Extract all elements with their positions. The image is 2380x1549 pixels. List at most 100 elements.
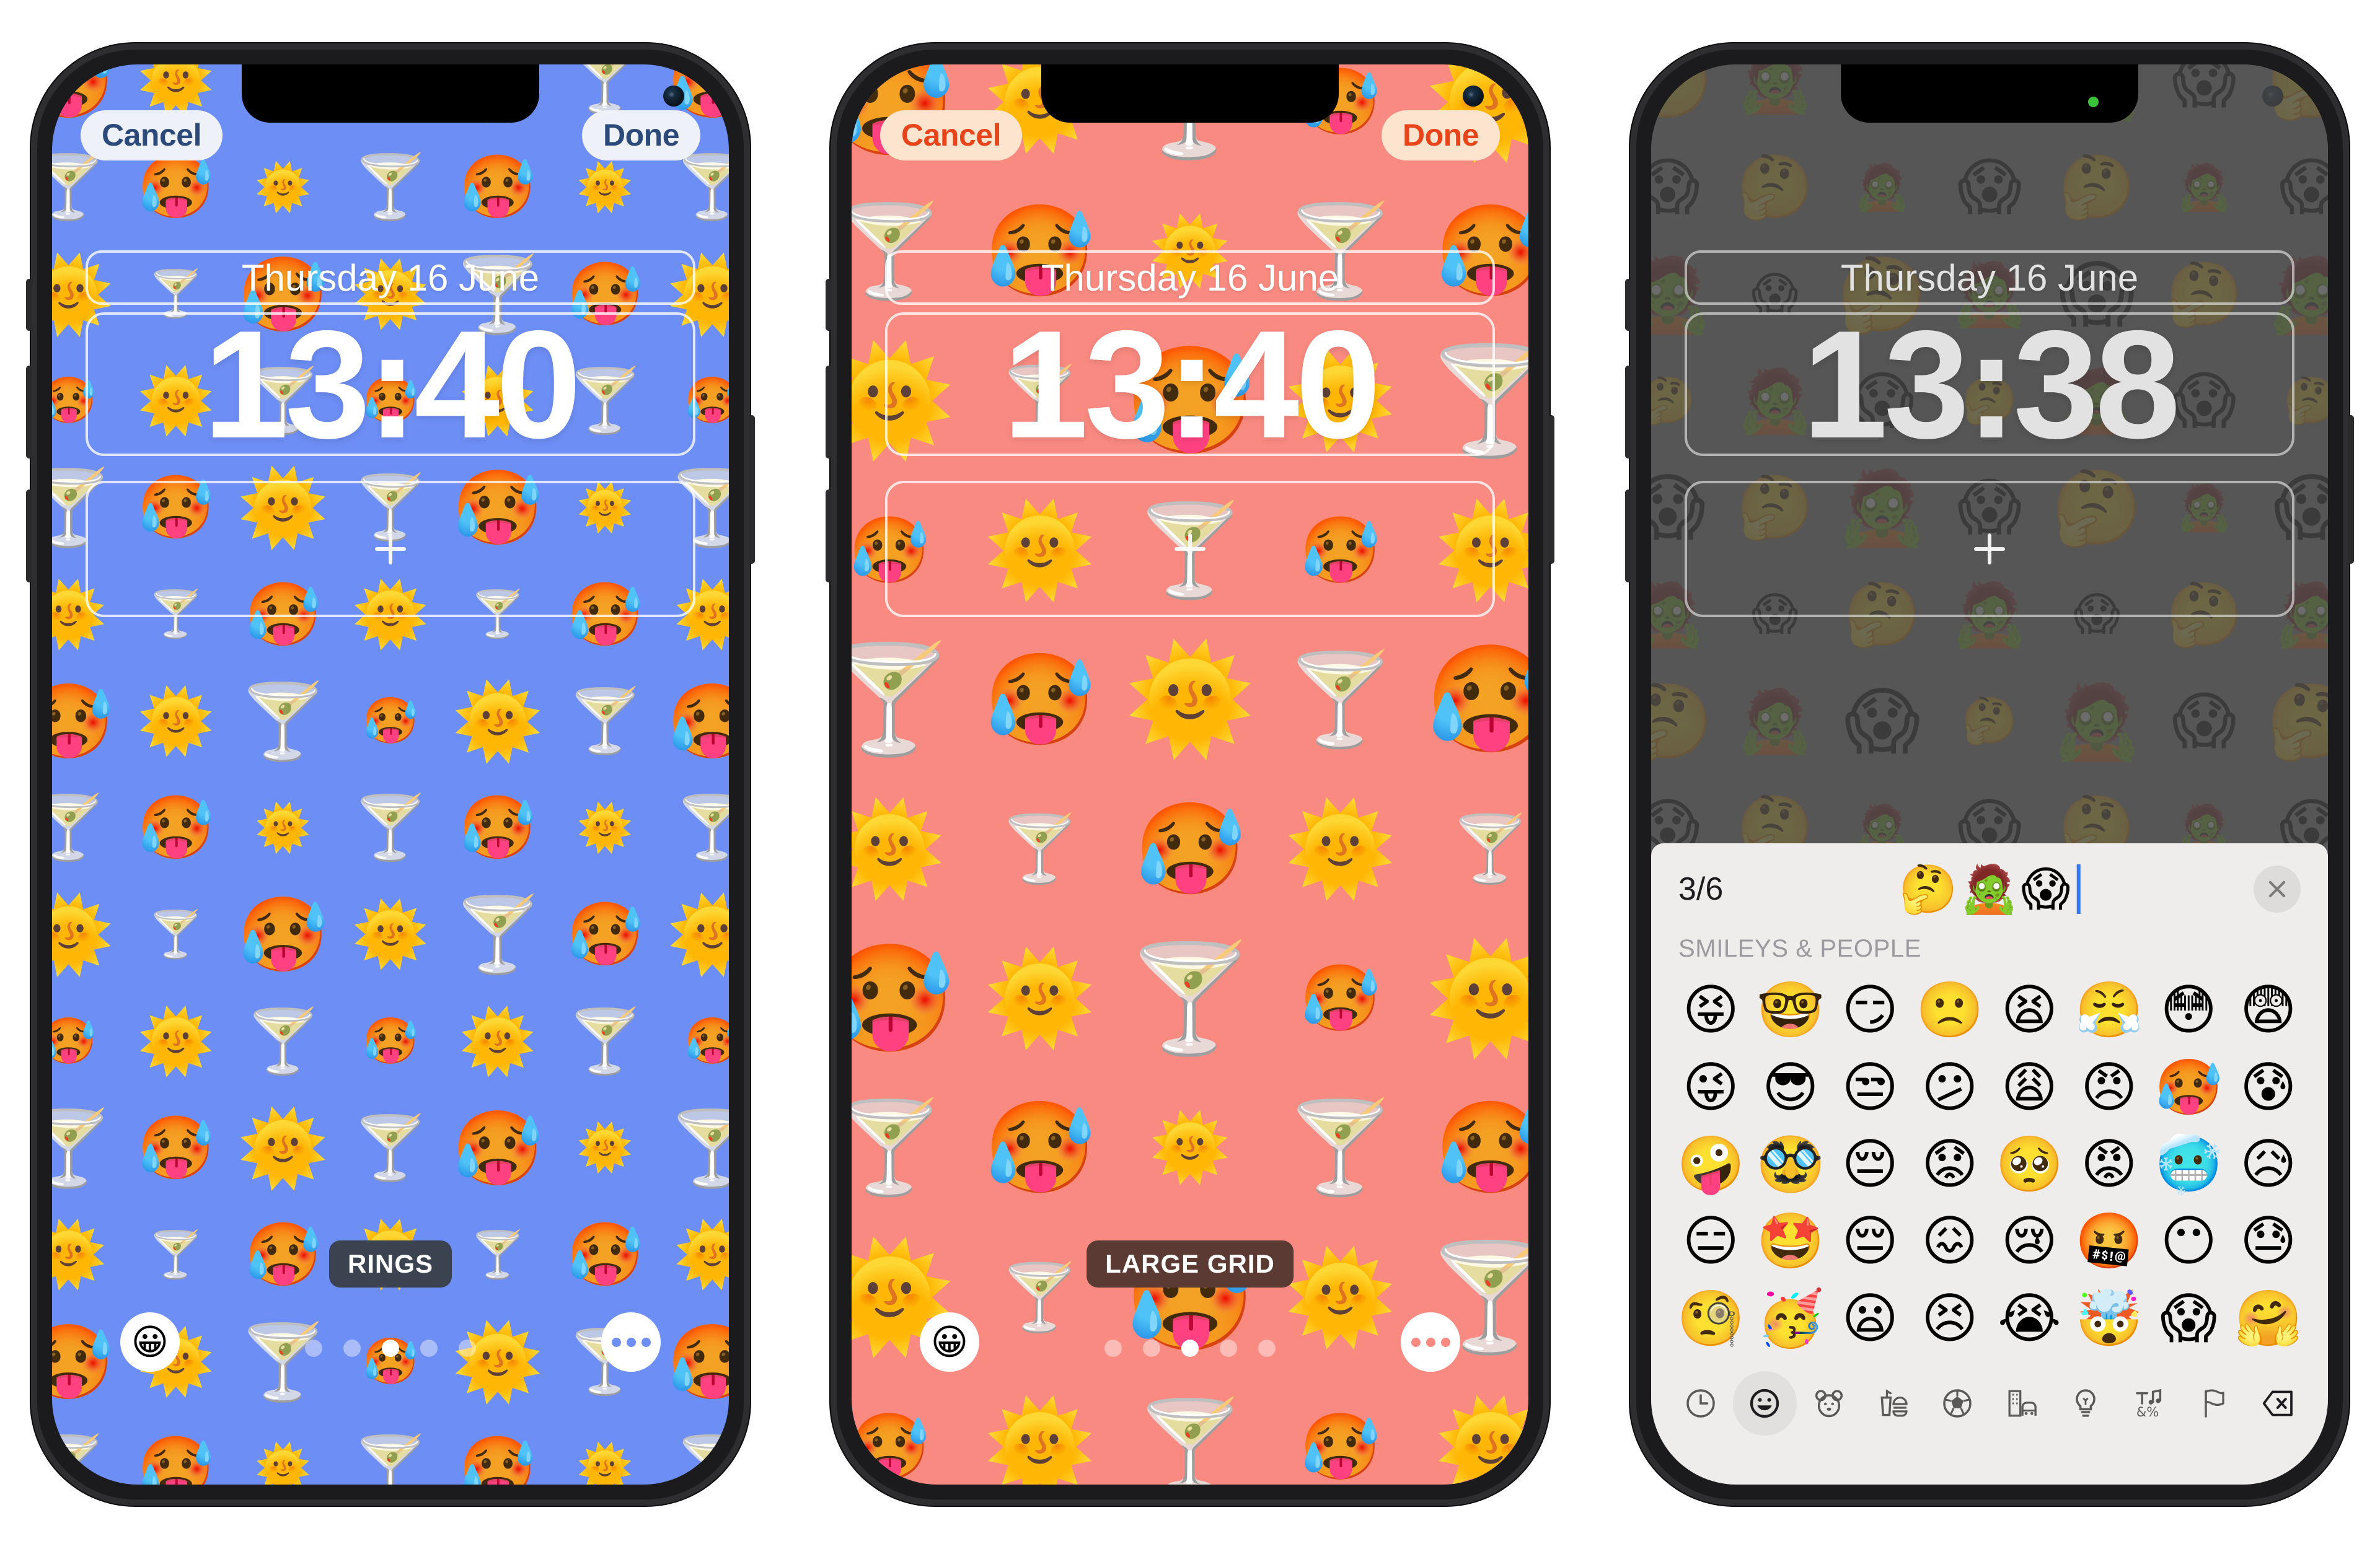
cancel-button[interactable]: Cancel	[880, 110, 1022, 160]
emoji-key[interactable]: 😝	[1671, 972, 1751, 1048]
color-options-button-blue[interactable]	[601, 1312, 661, 1372]
emoji-key[interactable]: 😟	[1910, 1126, 1990, 1203]
widget-slot-blue[interactable]	[86, 481, 695, 617]
add-widget-icon[interactable]	[1974, 533, 2005, 564]
done-button[interactable]: Done	[582, 110, 700, 160]
power-button[interactable]	[749, 415, 755, 564]
add-widget-icon[interactable]	[375, 533, 406, 564]
animals-category[interactable]	[1797, 1371, 1861, 1436]
wallpaper-emoji: 🌞	[984, 1394, 1096, 1485]
wallpaper-emoji: 🍸	[852, 1095, 946, 1201]
wallpaper-emoji: 🥵	[666, 678, 729, 764]
flags-category[interactable]	[2182, 1371, 2247, 1436]
cancel-button[interactable]: Cancel	[81, 110, 223, 160]
emoji-key[interactable]: 😢	[1990, 1203, 2069, 1279]
emoji-key[interactable]: 😳	[2149, 972, 2229, 1048]
selected-emoji-field[interactable]: 🤔 🧟 😱	[1899, 864, 2081, 914]
page-dot[interactable]	[420, 1340, 438, 1357]
emoji-key[interactable]: 😖	[1910, 1203, 1990, 1279]
emoji-key[interactable]: 😤	[2069, 972, 2149, 1048]
emoji-key[interactable]: 😩	[1990, 1048, 2069, 1125]
power-button[interactable]	[2348, 415, 2354, 564]
mute-switch[interactable]	[826, 279, 832, 331]
page-dot[interactable]	[1258, 1340, 1276, 1357]
clock-widget-blue[interactable]: 13:40	[86, 307, 695, 461]
emoji-picker-button-pink[interactable]: 😀	[920, 1312, 979, 1372]
emoji-key[interactable]: 😠	[2069, 1048, 2149, 1125]
page-dot[interactable]	[305, 1340, 322, 1357]
page-dots-blue[interactable]	[305, 1340, 476, 1357]
emoji-key[interactable]: 😡	[2069, 1126, 2149, 1203]
travel-category[interactable]	[1990, 1371, 2054, 1436]
clock-widget-gray[interactable]: 13:38	[1685, 307, 2294, 461]
mute-switch[interactable]	[1625, 279, 1631, 331]
emoji-key[interactable]: 🤩	[1751, 1203, 1831, 1279]
emoji-key[interactable]: 😰	[2229, 1048, 2309, 1125]
emoji-key[interactable]: 😦	[1830, 1280, 1910, 1357]
page-dot[interactable]	[343, 1340, 361, 1357]
emoji-key[interactable]: 😜	[1671, 1048, 1751, 1125]
emoji-key[interactable]: 😱	[2149, 1280, 2229, 1357]
emoji-key[interactable]: 😶	[2149, 1203, 2229, 1279]
emoji-key[interactable]: 🤓	[1751, 972, 1831, 1048]
emoji-key[interactable]: 😥	[2229, 1126, 2309, 1203]
wallpaper-emoji: 🍸	[1450, 811, 1528, 887]
widget-slot-pink[interactable]	[885, 481, 1495, 617]
page-dot[interactable]	[1104, 1340, 1122, 1357]
emoji-grid[interactable]: 😝 🤓 😏 🙁 😫 😤 😳 😨 😜 😎 😒 😕 😩 😠 🥵 😰 🤪 🥸 😔 😟 🥺 😡 🥶 😥 😑 🤩 😔 😖 😢 🤬 😶 😓 🧐 🥳 😦 😣 😭 🤯 😱 🤗	[1651, 972, 2328, 1357]
emoji-key[interactable]: 😫	[1990, 972, 2069, 1048]
emoji-key[interactable]: 😕	[1910, 1048, 1990, 1125]
done-button[interactable]: Done	[1382, 110, 1500, 160]
emoji-counter: 3/6	[1678, 871, 1724, 907]
mute-switch[interactable]	[26, 279, 32, 331]
smileys-category[interactable]	[1732, 1371, 1797, 1436]
food-category[interactable]	[1861, 1371, 1926, 1436]
backspace-key[interactable]	[2246, 1371, 2311, 1436]
emoji-key[interactable]: 😔	[1830, 1126, 1910, 1203]
activity-category[interactable]	[1925, 1371, 1990, 1436]
objects-category[interactable]	[2054, 1371, 2118, 1436]
wallpaper-emoji: 🥵	[684, 1015, 729, 1068]
page-dot[interactable]	[1220, 1340, 1237, 1357]
date-widget-gray[interactable]: Thursday 16 June	[1685, 250, 2294, 305]
page-dots-pink[interactable]	[1104, 1340, 1276, 1357]
add-widget-icon[interactable]	[1175, 533, 1205, 564]
emoji-key[interactable]: 🤪	[1671, 1126, 1751, 1203]
emoji-key[interactable]: 🙁	[1910, 972, 1990, 1048]
emoji-key[interactable]: 🤗	[2229, 1280, 2309, 1357]
emoji-key[interactable]: 😣	[1910, 1280, 1990, 1357]
date-widget-blue[interactable]: Thursday 16 June	[86, 250, 695, 305]
page-dot[interactable]	[1143, 1340, 1160, 1357]
widget-slot-gray[interactable]	[1685, 481, 2294, 617]
clock-widget-pink[interactable]: 13:40	[885, 307, 1495, 461]
page-dot[interactable]	[459, 1340, 476, 1357]
emoji-key[interactable]: 🥶	[2149, 1126, 2229, 1203]
emoji-key[interactable]: 😓	[2229, 1203, 2309, 1279]
symbols-category[interactable]: &%	[2118, 1371, 2182, 1436]
emoji-key[interactable]: 🤯	[2069, 1280, 2149, 1357]
color-options-button-pink[interactable]	[1401, 1312, 1460, 1372]
clock-text: 13:38	[1802, 298, 2180, 470]
wallpaper-emoji: 🥵	[137, 1111, 214, 1184]
emoji-key[interactable]: 😏	[1830, 972, 1910, 1048]
date-text: Thursday 16 June	[241, 257, 540, 299]
recents-category[interactable]	[1668, 1371, 1733, 1436]
emoji-picker-button-blue[interactable]: 😀	[120, 1312, 180, 1372]
page-dot-active[interactable]	[1181, 1340, 1199, 1357]
date-widget-pink[interactable]: Thursday 16 June	[885, 250, 1495, 305]
emoji-key[interactable]: 🤬	[2069, 1203, 2149, 1279]
emoji-key[interactable]: 😎	[1751, 1048, 1831, 1125]
page-dot-active[interactable]	[382, 1340, 399, 1357]
emoji-key[interactable]: 😭	[1990, 1280, 2069, 1357]
emoji-key[interactable]: 🥺	[1990, 1126, 2069, 1203]
emoji-key[interactable]: 😨	[2229, 972, 2309, 1048]
close-button[interactable]	[2254, 866, 2301, 913]
power-button[interactable]	[1548, 415, 1554, 564]
emoji-key[interactable]: 😑	[1671, 1203, 1751, 1279]
emoji-key[interactable]: 🥸	[1751, 1126, 1831, 1203]
emoji-key[interactable]: 😔	[1830, 1203, 1910, 1279]
emoji-key[interactable]: 🥵	[2149, 1048, 2229, 1125]
emoji-key[interactable]: 😒	[1830, 1048, 1910, 1125]
emoji-key[interactable]: 🧐	[1671, 1280, 1751, 1357]
emoji-key[interactable]: 🥳	[1751, 1280, 1831, 1357]
